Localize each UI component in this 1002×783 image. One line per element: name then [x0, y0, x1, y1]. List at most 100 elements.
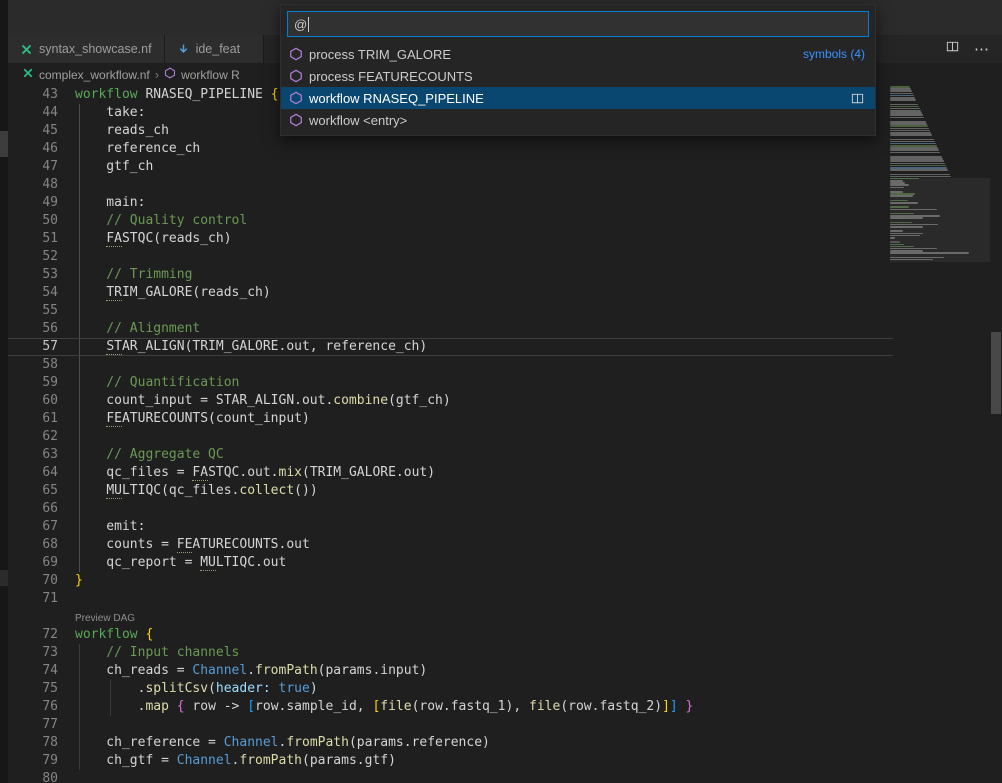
line-number[interactable]: 65	[8, 482, 58, 500]
code-text[interactable]	[58, 248, 893, 266]
code-text[interactable]: TRIM_GALORE(reads_ch)	[58, 284, 893, 302]
line-number[interactable]	[8, 608, 58, 626]
quickpick-item[interactable]: process FEATURECOUNTS	[281, 65, 875, 87]
minimap[interactable]	[890, 86, 990, 783]
editor-scrollbar[interactable]	[990, 86, 1002, 783]
code-line: 52	[8, 248, 893, 266]
code-text[interactable]: // Input channels	[58, 644, 893, 662]
line-number[interactable]: 56	[8, 320, 58, 338]
code-text[interactable]	[58, 770, 893, 783]
line-number[interactable]: 44	[8, 104, 58, 122]
line-number[interactable]: 69	[8, 554, 58, 572]
code-text[interactable]: qc_report = MULTIQC.out	[58, 554, 893, 572]
code-text[interactable]: gtf_ch	[58, 158, 893, 176]
line-number[interactable]: 52	[8, 248, 58, 266]
code-text[interactable]: count_input = STAR_ALIGN.out.combine(gtf…	[58, 392, 893, 410]
line-number[interactable]: 54	[8, 284, 58, 302]
line-number[interactable]: 50	[8, 212, 58, 230]
line-number[interactable]: 75	[8, 680, 58, 698]
code-text[interactable]	[58, 590, 893, 608]
breadcrumb-file[interactable]: complex_workflow.nf	[39, 68, 150, 82]
code-text[interactable]: ch_reads = Channel.fromPath(params.input…	[58, 662, 893, 680]
code-text[interactable]: ch_reference = Channel.fromPath(params.r…	[58, 734, 893, 752]
line-number[interactable]: 45	[8, 122, 58, 140]
line-number[interactable]: 63	[8, 446, 58, 464]
tab-ide-features[interactable]: ide_feat	[165, 35, 264, 63]
line-number[interactable]: 67	[8, 518, 58, 536]
code-text[interactable]: }	[58, 572, 893, 590]
symbol-quickpick: @ process TRIM_GALOREsymbols (4)process …	[280, 4, 876, 136]
code-text[interactable]	[58, 500, 893, 518]
code-text[interactable]: MULTIQC(qc_files.collect())	[58, 482, 893, 500]
line-number[interactable]: 80	[8, 770, 58, 783]
line-number[interactable]: 51	[8, 230, 58, 248]
line-number[interactable]: 55	[8, 302, 58, 320]
split-editor-icon[interactable]	[850, 91, 865, 106]
code-text[interactable]	[58, 302, 893, 320]
line-number[interactable]: 72	[8, 626, 58, 644]
code-text[interactable]	[58, 176, 893, 194]
line-number[interactable]: 46	[8, 140, 58, 158]
line-number[interactable]: 62	[8, 428, 58, 446]
line-number[interactable]: 66	[8, 500, 58, 518]
code-text[interactable]: main:	[58, 194, 893, 212]
code-text[interactable]: counts = FEATURECOUNTS.out	[58, 536, 893, 554]
code-line: 60 count_input = STAR_ALIGN.out.combine(…	[8, 392, 893, 410]
codelens-link[interactable]: Preview DAG	[58, 608, 893, 626]
code-text[interactable]: // Aggregate QC	[58, 446, 893, 464]
line-number[interactable]: 61	[8, 410, 58, 428]
line-number[interactable]: 57	[8, 338, 58, 356]
code-line: 59 // Quantification	[8, 374, 893, 392]
line-number[interactable]: 74	[8, 662, 58, 680]
line-number[interactable]: 76	[8, 698, 58, 716]
line-number[interactable]: 78	[8, 734, 58, 752]
scrollbar-thumb[interactable]	[991, 332, 1001, 414]
code-text[interactable]: reference_ch	[58, 140, 893, 158]
line-number[interactable]: 68	[8, 536, 58, 554]
tab-label: syntax_showcase.nf	[39, 42, 152, 56]
code-line: 61 FEATURECOUNTS(count_input)	[8, 410, 893, 428]
quickpick-item[interactable]: workflow RNASEQ_PIPELINE	[281, 87, 875, 109]
line-number[interactable]: 70	[8, 572, 58, 590]
quickpick-item[interactable]: workflow <entry>	[281, 109, 875, 131]
line-number[interactable]: 71	[8, 590, 58, 608]
tab-syntax-showcase[interactable]: syntax_showcase.nf	[8, 35, 165, 63]
split-editor-icon[interactable]	[945, 39, 960, 59]
code-text[interactable]: // Trimming	[58, 266, 893, 284]
code-text[interactable]: FASTQC(reads_ch)	[58, 230, 893, 248]
code-text[interactable]: // Quantification	[58, 374, 893, 392]
line-number[interactable]: 64	[8, 464, 58, 482]
line-number[interactable]: 49	[8, 194, 58, 212]
code-text[interactable]: qc_files = FASTQC.out.mix(TRIM_GALORE.ou…	[58, 464, 893, 482]
line-number[interactable]: 73	[8, 644, 58, 662]
line-number[interactable]: 58	[8, 356, 58, 374]
code-text[interactable]: // Quality control	[58, 212, 893, 230]
minimap-slider[interactable]	[890, 178, 990, 262]
code-text[interactable]: .map { row -> [row.sample_id, [file(row.…	[58, 698, 893, 716]
line-number[interactable]: 47	[8, 158, 58, 176]
breadcrumb-symbol[interactable]: workflow R	[181, 68, 240, 82]
line-number[interactable]: 43	[8, 86, 58, 104]
code-area: 43workflow RNASEQ_PIPELINE {44 take:45 r…	[8, 86, 893, 783]
quickpick-input[interactable]: @	[287, 11, 869, 37]
line-number[interactable]: 60	[8, 392, 58, 410]
code-text[interactable]	[58, 356, 893, 374]
code-line: 75 .splitCsv(header: true)	[8, 680, 893, 698]
vscode-window: syntax_showcase.nf ide_feat ⋯ complex_wo…	[0, 0, 1002, 783]
code-text[interactable]: // Alignment	[58, 320, 893, 338]
code-text[interactable]: .splitCsv(header: true)	[58, 680, 893, 698]
code-text[interactable]: emit:	[58, 518, 893, 536]
quickpick-item[interactable]: process TRIM_GALOREsymbols (4)	[281, 43, 875, 65]
line-number[interactable]: 53	[8, 266, 58, 284]
line-number[interactable]: 48	[8, 176, 58, 194]
code-text[interactable]: ch_gtf = Channel.fromPath(params.gtf)	[58, 752, 893, 770]
code-text[interactable]: workflow {	[58, 626, 893, 644]
code-text[interactable]: FEATURECOUNTS(count_input)	[58, 410, 893, 428]
line-number[interactable]: 59	[8, 374, 58, 392]
code-text[interactable]: STAR_ALIGN(TRIM_GALORE.out, reference_ch…	[58, 338, 893, 356]
code-text[interactable]	[58, 716, 893, 734]
more-actions-icon[interactable]: ⋯	[974, 42, 990, 57]
code-text[interactable]	[58, 428, 893, 446]
line-number[interactable]: 77	[8, 716, 58, 734]
line-number[interactable]: 79	[8, 752, 58, 770]
